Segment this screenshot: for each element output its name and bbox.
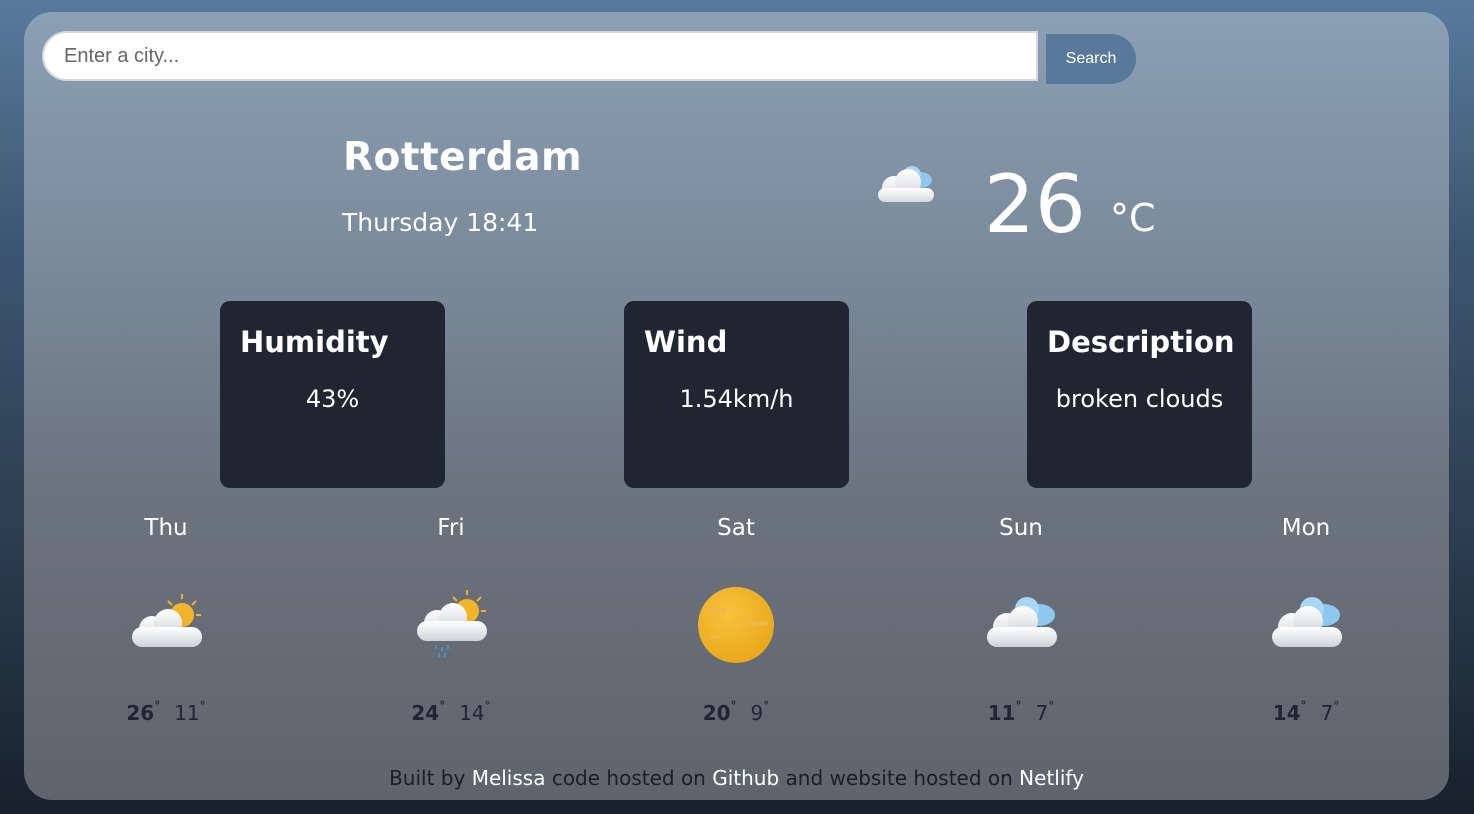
author-link[interactable]: Melissa bbox=[472, 766, 546, 790]
humidity-title: Humidity bbox=[240, 325, 389, 359]
forecast-max-temp: 11° bbox=[987, 699, 1022, 725]
forecast-day-1: Fri 24° 14° bbox=[351, 515, 551, 725]
rain-sun-icon bbox=[417, 590, 487, 657]
current-temperature: 26 °C bbox=[984, 158, 1156, 251]
broken-clouds-icon bbox=[878, 166, 934, 202]
footer-code-hosted: code hosted on bbox=[551, 766, 706, 790]
forecast-min-temp: 7° bbox=[1035, 699, 1055, 725]
weather-app-card: Search Rotterdam Thursday 18:41 26 °C Hu… bbox=[24, 12, 1449, 800]
forecast-min-temp: 7° bbox=[1320, 699, 1340, 725]
forecast-temps: 26° 11° bbox=[66, 699, 266, 725]
wind-value: 1.54km/h bbox=[679, 385, 794, 413]
sun-icon bbox=[698, 587, 774, 663]
forecast-min-temp: 14° bbox=[459, 699, 491, 725]
forecast-temps: 24° 14° bbox=[351, 699, 551, 725]
humidity-value: 43% bbox=[305, 385, 360, 413]
github-link[interactable]: Github bbox=[712, 766, 779, 790]
city-name: Rotterdam bbox=[343, 135, 583, 180]
forecast-day-label: Thu bbox=[144, 515, 188, 541]
partly-cloudy-icon bbox=[132, 594, 202, 647]
forecast-temps: 11° 7° bbox=[921, 699, 1121, 725]
temperature-unit: °C bbox=[1110, 196, 1156, 240]
forecast-day-label: Sat bbox=[717, 515, 755, 541]
forecast-temps: 20° 9° bbox=[636, 699, 836, 725]
description-title: Description bbox=[1047, 325, 1235, 359]
forecast-day-label: Mon bbox=[1281, 515, 1331, 541]
forecast-max-temp: 20° bbox=[702, 699, 737, 725]
search-input[interactable] bbox=[42, 31, 1038, 81]
forecast-min-temp: 11° bbox=[174, 699, 206, 725]
forecast-day-label: Sun bbox=[999, 515, 1043, 541]
netlify-link[interactable]: Netlify bbox=[1019, 766, 1084, 790]
description-card: Description broken clouds bbox=[1027, 301, 1252, 488]
forecast-day-3: Sun 11° 7° bbox=[921, 515, 1121, 725]
forecast-temps: 14° 7° bbox=[1206, 699, 1406, 725]
clouds-icon bbox=[987, 597, 1057, 647]
wind-title: Wind bbox=[644, 325, 728, 359]
forecast-max-temp: 26° bbox=[126, 699, 161, 725]
forecast-min-temp: 9° bbox=[750, 699, 770, 725]
forecast-day-4: Mon 14° 7° bbox=[1206, 515, 1406, 725]
footer-built-by: Built by bbox=[389, 766, 466, 790]
forecast-day-2: Sat 20° 9° bbox=[636, 515, 836, 725]
description-value: broken clouds bbox=[1055, 385, 1224, 413]
footer: Built by Melissa code hosted on Github a… bbox=[24, 766, 1449, 790]
footer-website-hosted: and website hosted on bbox=[785, 766, 1013, 790]
wind-card: Wind 1.54km/h bbox=[624, 301, 849, 488]
search-button[interactable]: Search bbox=[1046, 34, 1136, 84]
forecast-day-label: Fri bbox=[437, 515, 465, 541]
current-datetime: Thursday 18:41 bbox=[342, 208, 539, 237]
temperature-value: 26 bbox=[984, 158, 1086, 251]
forecast-day-0: Thu 26° 11° bbox=[66, 515, 266, 725]
humidity-card: Humidity 43% bbox=[220, 301, 445, 488]
forecast-max-temp: 24° bbox=[411, 699, 446, 725]
forecast-max-temp: 14° bbox=[1272, 699, 1307, 725]
clouds-icon bbox=[1272, 597, 1342, 647]
